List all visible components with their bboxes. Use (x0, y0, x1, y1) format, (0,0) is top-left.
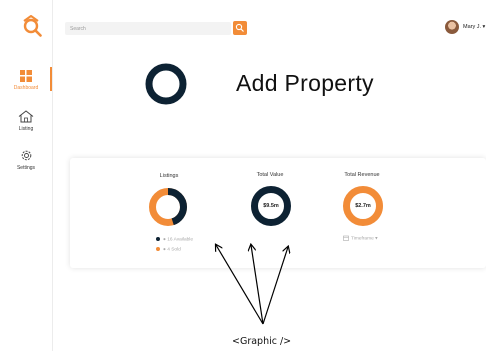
arrow-to-listings (216, 245, 264, 325)
annotation-arrows (0, 0, 486, 325)
graphic-annotation-label: <Graphic /> (232, 336, 292, 347)
arrow-to-total-revenue (262, 247, 288, 325)
arrow-to-total-value (251, 245, 264, 325)
